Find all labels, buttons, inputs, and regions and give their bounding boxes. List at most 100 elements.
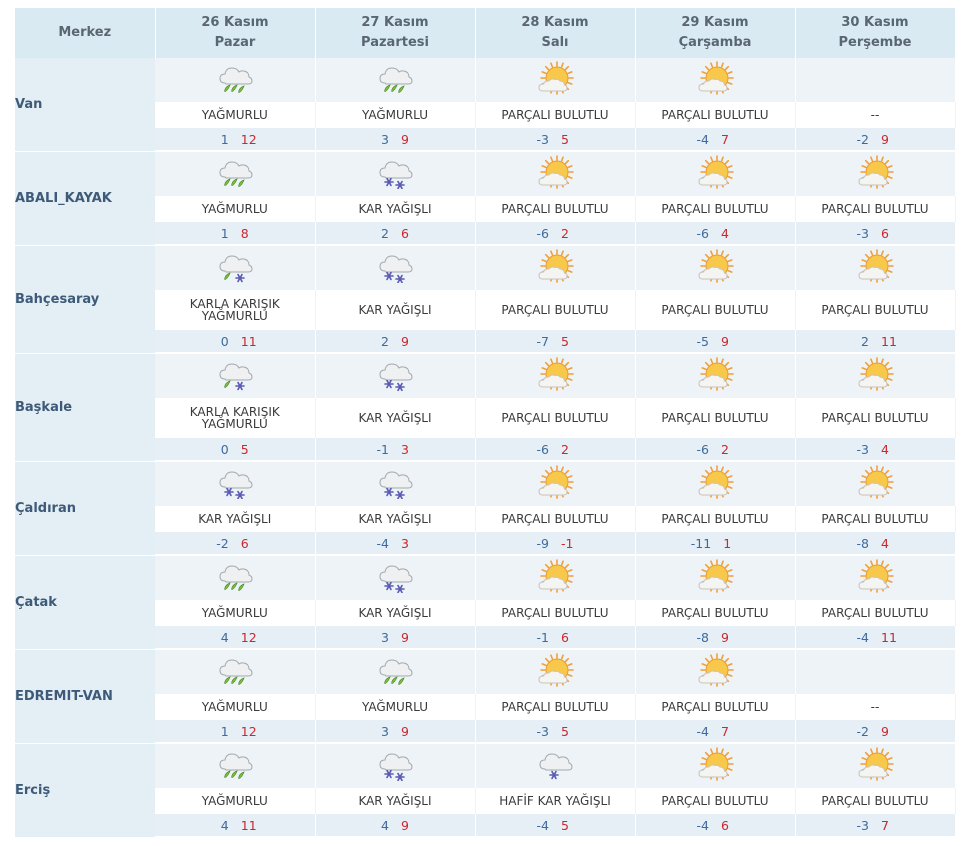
- location-temp-row: 0 11 2 9 -7 5 -5 9 2 11: [15, 330, 956, 354]
- weather-icon-cell: [795, 461, 956, 506]
- weather-description: KAR YAĞIŞLI: [315, 506, 476, 532]
- partly-cloudy-icon: [858, 465, 894, 499]
- description-line: --: [870, 108, 880, 122]
- weather-description: PARÇALI BULUTLU: [795, 788, 956, 814]
- min-temperature: -6: [536, 225, 549, 241]
- partly-cloudy-icon: [698, 357, 734, 391]
- location-name: Çaldıran: [15, 461, 155, 556]
- min-temperature: 3: [381, 723, 389, 739]
- weather-description: KAR YAĞIŞLI: [315, 398, 476, 438]
- weather-description: PARÇALI BULUTLU: [635, 290, 796, 330]
- weather-icon-cell: [635, 151, 796, 196]
- weather-description: YAĞMURLU: [155, 102, 316, 128]
- description-line: KAR YAĞIŞLI: [358, 303, 432, 317]
- max-temperature: 12: [240, 131, 257, 147]
- weather-icon-cell: [155, 743, 316, 788]
- weather-description: KAR YAĞIŞLI: [315, 196, 476, 222]
- snow-icon: [379, 161, 413, 189]
- temperature-cell: -5 9: [635, 330, 796, 354]
- max-temperature: 6: [561, 629, 569, 645]
- description-line: PARÇALI BULUTLU: [501, 512, 609, 526]
- snow-icon: [379, 565, 413, 593]
- header-row: Merkez 26 Kasım Pazar 27 Kasım Pazartesi 2…: [15, 8, 956, 58]
- max-temperature: 6: [240, 535, 249, 551]
- day-date: 29 Kasım: [681, 15, 749, 30]
- description-line: PARÇALI BULUTLU: [821, 411, 929, 425]
- weather-icon-cell: [795, 151, 956, 196]
- temperature-cell: 18: [155, 222, 316, 246]
- partly-cloudy-icon: [698, 559, 734, 593]
- forecast-table: Merkez 26 Kasım Pazar 27 Kasım Pazartesi 2…: [15, 8, 956, 838]
- weather-description: PARÇALI BULUTLU: [635, 196, 796, 222]
- location-icon-row: Çaldıran: [15, 461, 956, 556]
- weather-icon-cell: [475, 555, 636, 600]
- location-name: Van: [15, 58, 155, 152]
- weather-description: PARÇALI BULUTLU: [635, 102, 796, 128]
- weather-description: PARÇALI BULUTLU: [635, 398, 796, 438]
- description-line: KAR YAĞIŞLI: [198, 512, 272, 526]
- weather-icon-cell: [635, 555, 796, 600]
- weather-description: PARÇALI BULUTLU: [475, 196, 636, 222]
- weather-description: KARLA KARIŞIK YAĞMURLU: [155, 290, 316, 330]
- temperature-cell: 39: [315, 128, 476, 152]
- description-line: KAR YAĞIŞLI: [358, 512, 432, 526]
- min-temperature: -11: [690, 535, 712, 551]
- location-desc-row: YAĞMURLU YAĞMURLU PARÇALI BULUTLU PARÇALI B…: [15, 102, 956, 128]
- weather-icon-cell: [475, 151, 636, 196]
- weather-description: KAR YAĞIŞLI: [315, 290, 476, 330]
- weather-icon-cell: [795, 58, 956, 102]
- day-date: 28 Kasım: [521, 15, 589, 30]
- weather-icon-cell: [795, 743, 956, 788]
- max-temperature: 5: [561, 333, 569, 349]
- description-line: YAĞMURLU: [361, 700, 429, 714]
- day-weekday: Perşembe: [838, 35, 912, 50]
- rain-icon: [379, 67, 413, 93]
- max-temperature: 9: [401, 333, 409, 349]
- description-line: PARÇALI BULUTLU: [501, 606, 609, 620]
- max-temperature: 9: [401, 723, 409, 739]
- max-temperature: 6: [881, 225, 889, 241]
- weather-description: YAĞMURLU: [315, 102, 476, 128]
- weather-icon-cell: [795, 353, 956, 398]
- temperature-cell: -3 5: [475, 128, 636, 152]
- partly-cloudy-icon: [538, 155, 574, 189]
- location-name: EDREMIT-VAN: [15, 649, 155, 744]
- partly-cloudy-icon: [538, 465, 574, 499]
- partly-cloudy-icon: [538, 61, 574, 95]
- description-line: PARÇALI BULUTLU: [661, 411, 769, 425]
- temperature-cell: 05: [155, 438, 316, 462]
- temperature-cell: -6 2: [635, 438, 796, 462]
- weather-description: PARÇALI BULUTLU: [635, 506, 796, 532]
- location-name: Erciş: [15, 743, 155, 838]
- max-temperature: 11: [881, 629, 897, 645]
- partly-cloudy-icon: [858, 357, 894, 391]
- temperature-cell: -4 5: [475, 814, 636, 838]
- max-temperature: 9: [401, 817, 409, 833]
- weather-icon-cell: [155, 151, 316, 196]
- description-line: HAFİF KAR YAĞIŞLI: [499, 794, 611, 808]
- day-date: 27 Kasım: [361, 15, 429, 30]
- min-temperature: -6: [696, 225, 709, 241]
- partly-cloudy-icon: [858, 155, 894, 189]
- temperature-cell: 1 12: [155, 128, 316, 152]
- weather-description: PARÇALI BULUTLU: [475, 290, 636, 330]
- max-temperature: 5: [561, 817, 569, 833]
- min-temperature: -4: [696, 817, 709, 833]
- min-temperature: -8: [856, 535, 869, 551]
- min-temperature: -3: [536, 723, 549, 739]
- temperature-cell: -4 11: [795, 626, 956, 650]
- description-line: YAĞMURLU: [361, 108, 429, 122]
- partly-cloudy-icon: [698, 465, 734, 499]
- partly-cloudy-icon: [698, 249, 734, 283]
- max-temperature: 9: [721, 333, 729, 349]
- location-icon-row: ABALI_KAYAK: [15, 151, 956, 246]
- max-temperature: 9: [401, 629, 409, 645]
- weather-description: PARÇALI BULUTLU: [795, 196, 956, 222]
- snow-icon: [379, 753, 413, 781]
- weather-icon-cell: [475, 649, 636, 694]
- max-temperature: 8: [240, 225, 249, 241]
- temperature-cell: -1 3: [315, 438, 476, 462]
- min-temperature: -4: [696, 723, 709, 739]
- temperature-cell: -2 6: [155, 532, 316, 556]
- weather-icon-cell: [475, 461, 636, 506]
